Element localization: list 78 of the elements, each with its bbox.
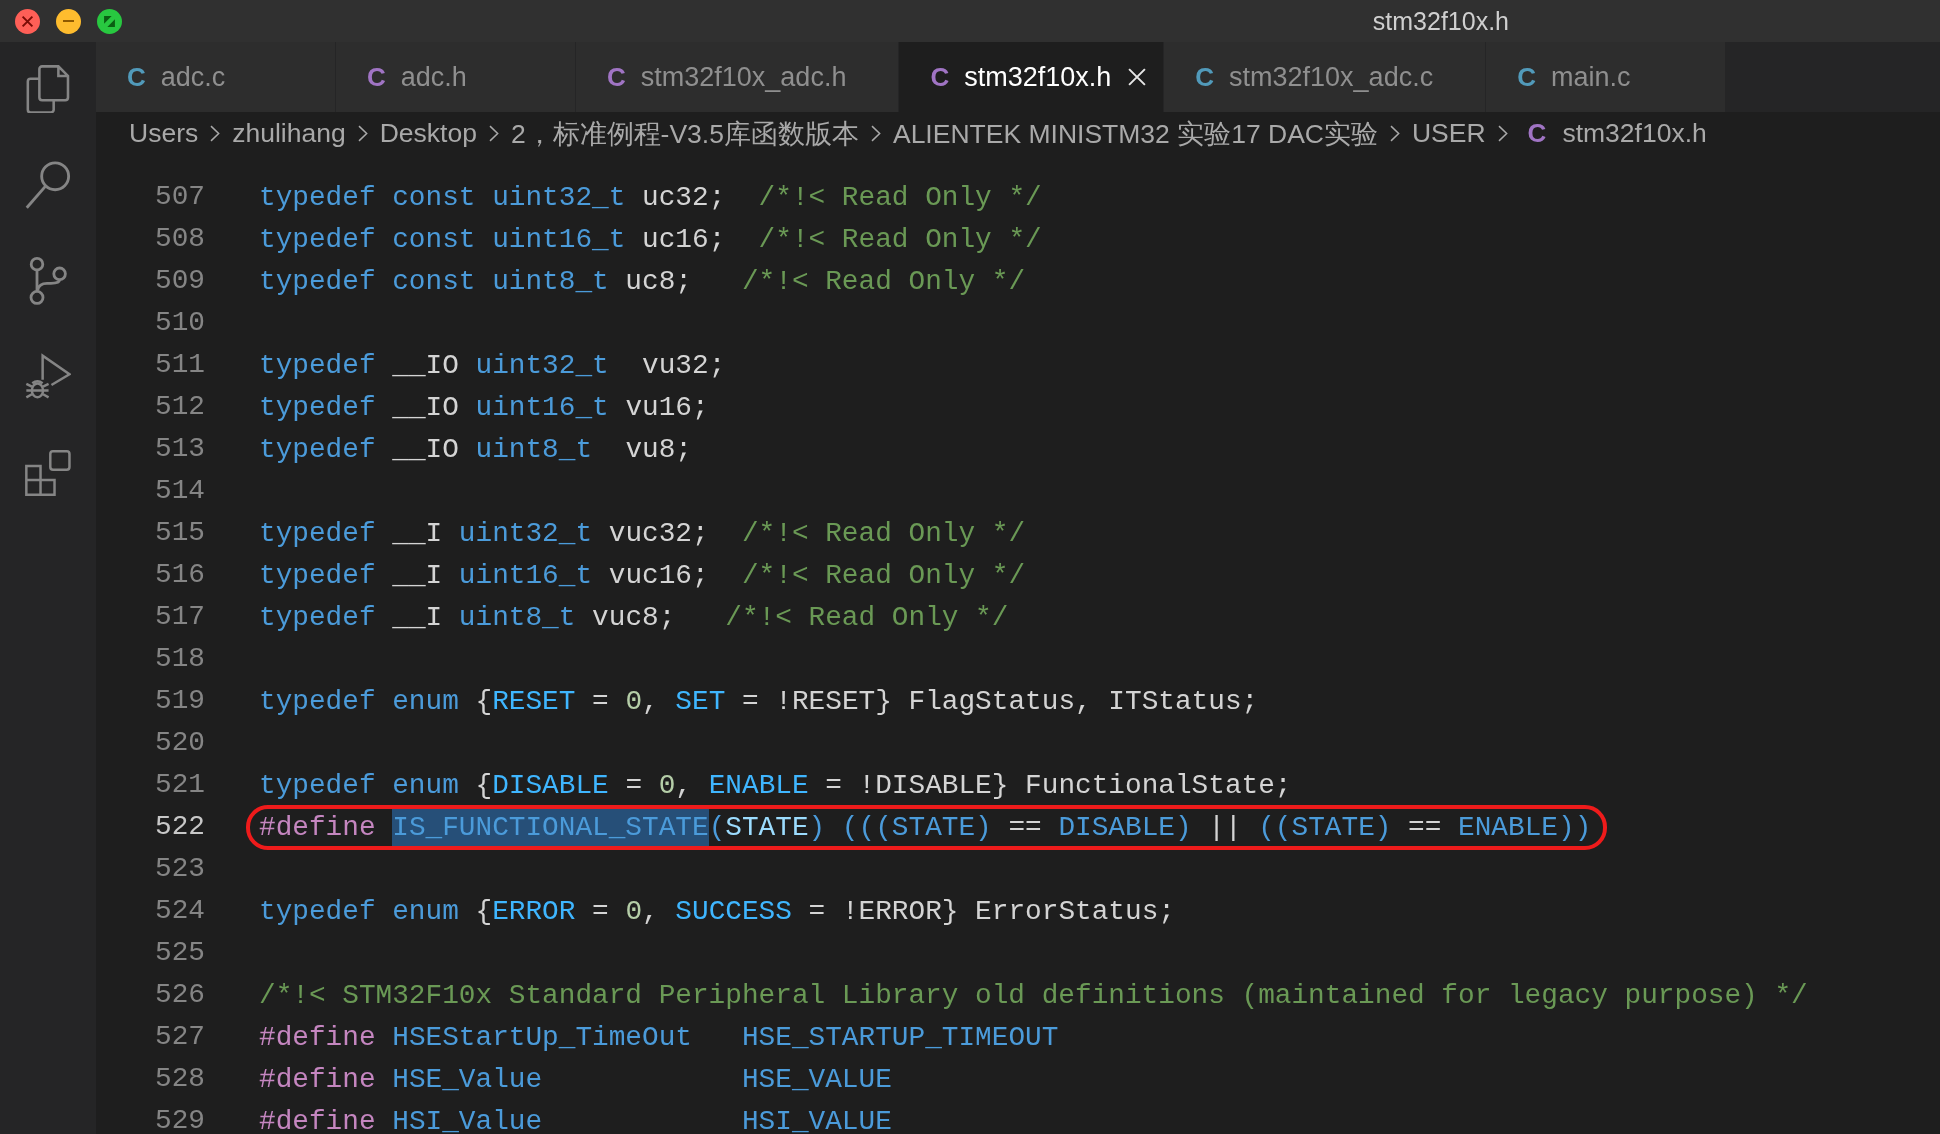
line-number: 526 xyxy=(155,981,205,1009)
search-icon[interactable] xyxy=(25,161,71,209)
line-number: 519 xyxy=(155,687,205,715)
line-number: 520 xyxy=(155,729,205,757)
chevron-right-icon xyxy=(1497,125,1508,142)
code-line: #define HSEStartUp_TimeOut HSE_STARTUP_TIMEOUT xyxy=(259,1023,1059,1052)
line-number: 524 xyxy=(155,897,205,925)
code-line: typedef enum {DISABLE = 0, ENABLE = !DISABLE} FunctionalState; xyxy=(259,771,1292,800)
fullscreen-button[interactable] xyxy=(97,8,122,34)
line-number: 528 xyxy=(155,1065,205,1093)
extensions-icon[interactable] xyxy=(25,449,71,497)
file-type-icon: C xyxy=(1517,61,1536,93)
chevron-right-icon xyxy=(210,125,221,142)
tab[interactable]: C adc.h xyxy=(336,42,576,112)
line-number: 514 xyxy=(155,477,205,505)
line-number: 511 xyxy=(155,351,205,379)
close-button[interactable] xyxy=(15,8,40,34)
code-line: typedef __IO uint8_t vu8; xyxy=(259,435,692,464)
line-number: 509 xyxy=(155,267,205,295)
tab[interactable]: C adc.c xyxy=(96,42,336,112)
file-type-icon: C xyxy=(1527,118,1547,149)
line-number: 525 xyxy=(155,939,205,967)
line-number: 515 xyxy=(155,519,205,547)
file-type-icon: C xyxy=(367,61,386,93)
breadcrumb-item[interactable]: 2，标准例程-V3.5库函数版本 xyxy=(510,115,859,152)
line-number: 512 xyxy=(155,393,205,421)
line-number: 510 xyxy=(155,309,205,337)
line-number: 529 xyxy=(155,1107,205,1134)
fullscreen-icon xyxy=(103,14,116,28)
close-icon[interactable] xyxy=(1128,68,1147,86)
chevron-right-icon xyxy=(357,125,368,142)
line-number: 516 xyxy=(155,561,205,589)
line-number: 508 xyxy=(155,225,205,253)
code-line: #define HSE_Value HSE_VALUE xyxy=(259,1065,892,1094)
code-line: #define HSI_Value HSI_VALUE xyxy=(259,1107,892,1134)
line-number: 518 xyxy=(155,645,205,673)
tab[interactable]: C main.c xyxy=(1486,42,1727,112)
code-line: typedef const uint16_t uc16; /*!< Read Only */ xyxy=(259,225,1042,254)
close-icon xyxy=(21,14,34,28)
breadcrumb-item[interactable]: ALIENTEK MINISTM32 实验17 DAC实验 xyxy=(892,115,1378,152)
breadcrumb-item[interactable]: zhulihang xyxy=(232,118,346,149)
breadcrumb-item[interactable]: USER xyxy=(1411,118,1486,149)
code-line: /*!< STM32F10x Standard Peripheral Library old definitions (maintained for legacy purpose) */ xyxy=(259,981,1808,1010)
breadcrumb-item[interactable]: C stm32f10x.h xyxy=(1519,118,1707,149)
file-type-icon: C xyxy=(930,61,950,93)
chevron-right-icon xyxy=(870,125,881,142)
source-control-icon[interactable] xyxy=(29,257,67,305)
code-line: typedef __I uint16_t vuc16; /*!< Read Only */ xyxy=(259,561,1026,590)
code-line: typedef const uint8_t uc8; /*!< Read Only */ xyxy=(259,267,1026,296)
code-line: typedef __I uint32_t vuc32; /*!< Read Only */ xyxy=(259,519,1026,548)
line-number: 523 xyxy=(155,855,205,883)
file-type-icon: C xyxy=(1195,61,1215,93)
file-type-icon: C xyxy=(127,61,146,93)
tab[interactable]: C stm32f10x_adc.h xyxy=(576,42,900,112)
line-number: 522 xyxy=(155,813,205,841)
files-icon[interactable] xyxy=(25,65,71,113)
file-type-icon: C xyxy=(607,61,626,93)
tab[interactable]: C stm32f10x.h xyxy=(899,42,1165,112)
code-line: typedef const uint32_t uc32; /*!< Read Only */ xyxy=(259,183,1042,212)
code-line: typedef enum {ERROR = 0, SUCCESS = !ERROR} ErrorStatus; xyxy=(259,897,1175,926)
line-number: 507 xyxy=(155,183,205,211)
line-number: 513 xyxy=(155,435,205,463)
tab[interactable]: C stm32f10x_adc.c xyxy=(1164,42,1487,112)
code-line: typedef __I uint8_t vuc8; /*!< Read Only */ xyxy=(259,603,1009,632)
breadcrumb-item[interactable]: Desktop xyxy=(379,118,477,149)
line-number: 517 xyxy=(155,603,205,631)
line-number: 527 xyxy=(155,1023,205,1051)
breadcrumb-item[interactable]: Users xyxy=(129,118,199,149)
chevron-right-icon xyxy=(1389,125,1400,142)
code-line: typedef __IO uint16_t vu16; xyxy=(259,393,709,422)
window-title: stm32f10x.h xyxy=(1372,6,1509,36)
code-line: typedef __IO uint32_t vu32; xyxy=(259,351,726,380)
minimize-button[interactable] xyxy=(56,8,81,34)
line-number: 521 xyxy=(155,771,205,799)
run-debug-icon[interactable] xyxy=(25,353,71,401)
chevron-right-icon xyxy=(488,125,499,142)
minimize-icon xyxy=(62,20,75,22)
code-line: typedef enum {RESET = 0, SET = !RESET} FlagStatus, ITStatus; xyxy=(259,687,1259,716)
